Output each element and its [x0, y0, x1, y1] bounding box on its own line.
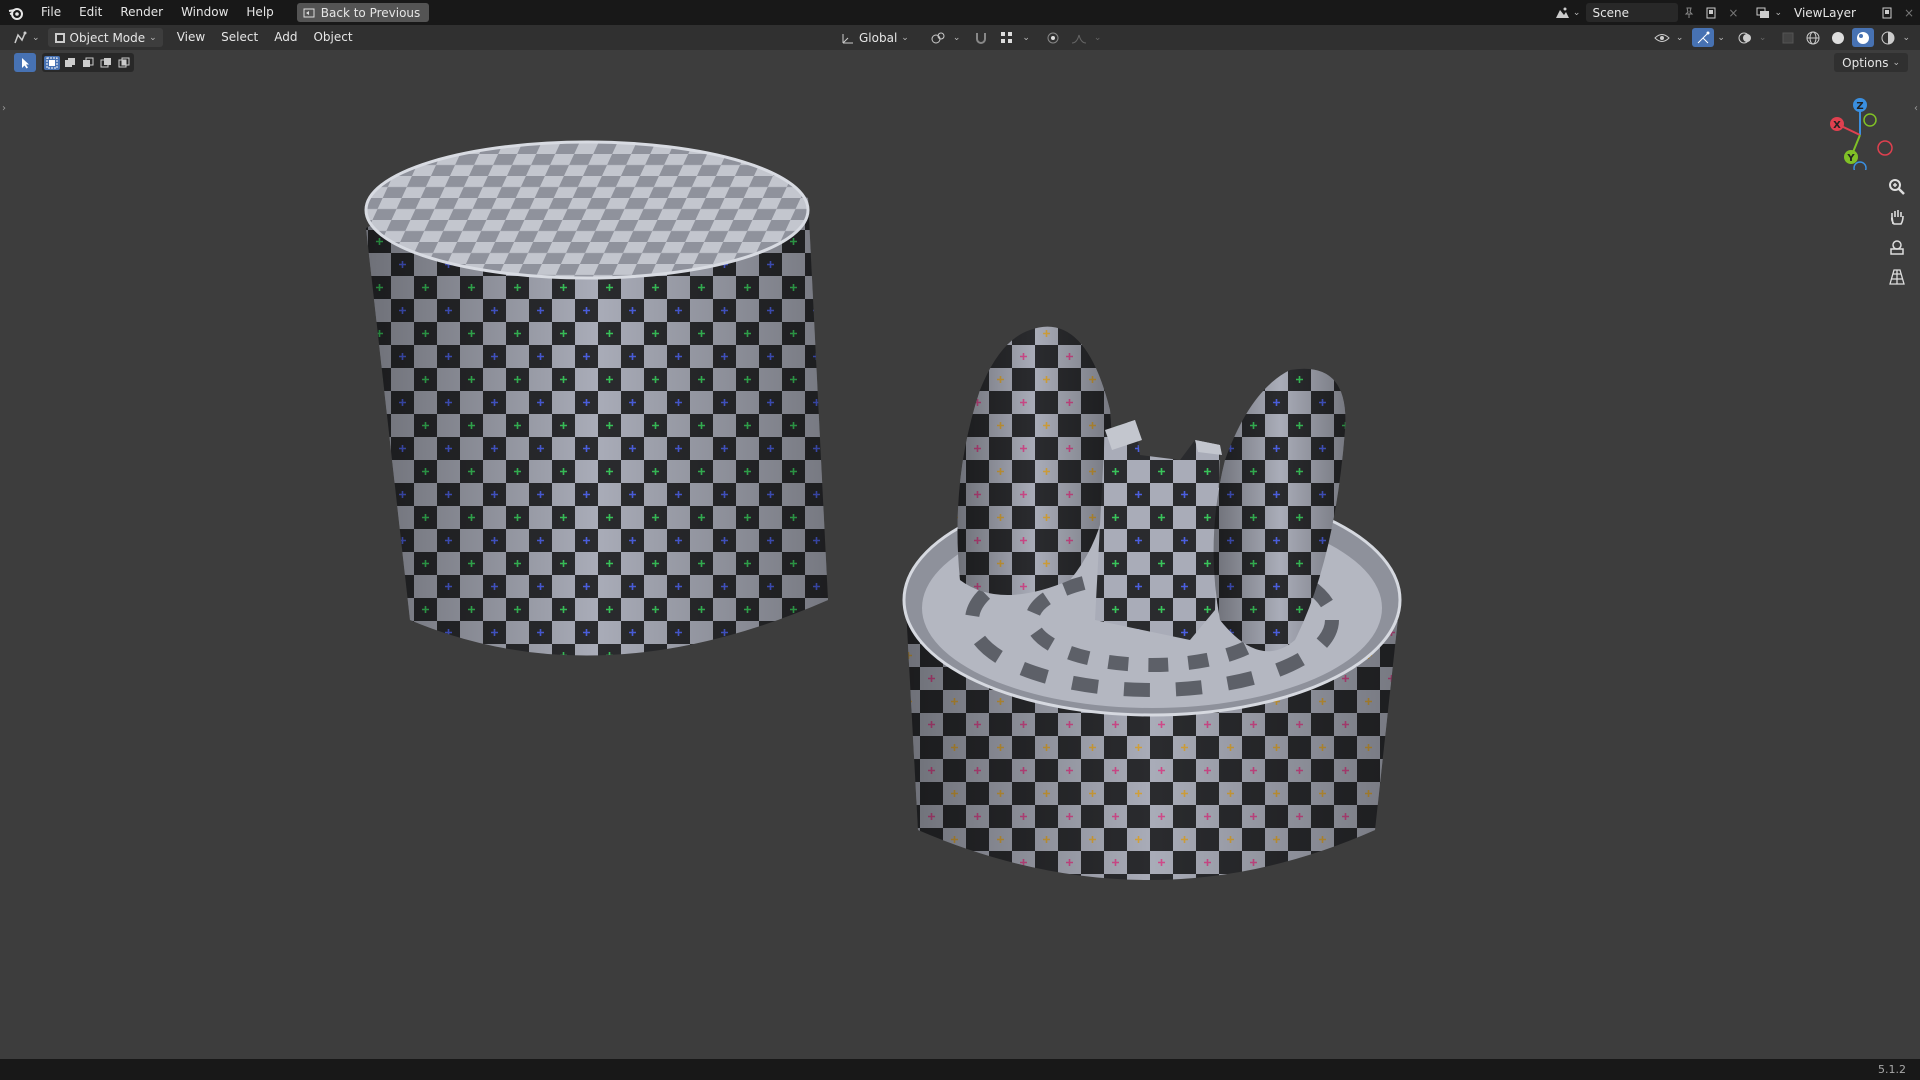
transform-orientation-dropdown[interactable]: Global ⌄ — [835, 28, 915, 47]
chevron-down-icon: ⌄ — [149, 32, 157, 43]
select-tool-icon[interactable] — [14, 53, 36, 72]
selection-intersect-icon[interactable] — [116, 56, 132, 70]
editor-type-icon[interactable] — [10, 28, 32, 47]
status-bar: 5.1.2 — [0, 1059, 1920, 1080]
xray-toggle-icon[interactable] — [1777, 28, 1799, 47]
delete-scene-icon[interactable]: × — [1722, 3, 1744, 22]
back-icon — [303, 8, 315, 17]
menu-view[interactable]: View — [169, 25, 213, 50]
orientation-axes-icon — [842, 33, 853, 43]
visibility-chevron-icon[interactable]: ⌄ — [1676, 33, 1684, 43]
rendered-shading-icon[interactable] — [1877, 28, 1899, 47]
top-right-controls: ⌄ Scene × ⌄ ViewLayer × — [1551, 0, 1920, 25]
options-dropdown[interactable]: Options ⌄ — [1834, 53, 1908, 72]
scene-selector-icon[interactable] — [1551, 3, 1573, 22]
menu-file[interactable]: File — [32, 0, 70, 25]
version-label: 5.1.2 — [1878, 1063, 1906, 1076]
view-layer-dropdown-chevron-icon[interactable]: ⌄ — [1774, 8, 1782, 18]
material-preview-shading-icon[interactable] — [1852, 28, 1875, 47]
scene-name-field[interactable]: Scene — [1586, 3, 1679, 22]
new-view-layer-icon[interactable] — [1876, 3, 1898, 22]
top-menu-bar: File Edit Render Window Help Back to Pre… — [0, 0, 1920, 25]
menu-window[interactable]: Window — [172, 0, 237, 25]
transform-controls: Global ⌄ ⌄ ⌄ ⌄ — [835, 28, 1101, 47]
object-mode-icon — [54, 32, 65, 43]
selection-mode-group — [42, 53, 134, 72]
chevron-down-icon: ⌄ — [1892, 57, 1900, 68]
pan-hand-icon[interactable] — [1884, 204, 1910, 230]
back-to-previous-button[interactable]: Back to Previous — [296, 3, 430, 22]
viewport-header: ⌄ Object Mode ⌄ View Select Add Object G… — [0, 25, 1920, 50]
perspective-grid-icon[interactable] — [1884, 264, 1910, 290]
viewport-scene[interactable] — [0, 50, 1920, 1059]
zoom-icon[interactable] — [1884, 174, 1910, 200]
pivot-chevron-icon[interactable]: ⌄ — [953, 33, 961, 43]
scene-name: Scene — [1592, 5, 1630, 20]
tool-settings-row — [14, 53, 134, 72]
show-gizmo-icon[interactable] — [1692, 28, 1715, 47]
wireframe-shading-icon[interactable] — [1802, 28, 1824, 47]
menu-object[interactable]: Object — [305, 25, 360, 50]
selection-invert-icon[interactable] — [98, 56, 114, 70]
gizmo-chevron-icon[interactable]: ⌄ — [1717, 33, 1725, 43]
new-scene-icon[interactable] — [1700, 3, 1722, 22]
pivot-point-icon[interactable] — [927, 28, 949, 47]
scene-dropdown-chevron-icon[interactable]: ⌄ — [1573, 8, 1581, 18]
options-label: Options — [1842, 55, 1889, 70]
snap-chevron-icon[interactable]: ⌄ — [1022, 33, 1030, 43]
view-layer-icon[interactable] — [1752, 3, 1774, 22]
back-to-previous-label: Back to Previous — [320, 5, 421, 20]
falloff-chevron-icon[interactable]: ⌄ — [1094, 33, 1102, 43]
toolbar-expand-arrow-icon[interactable]: › — [0, 100, 8, 116]
selection-subtract-icon[interactable] — [80, 56, 96, 70]
pin-icon[interactable] — [1678, 3, 1700, 22]
navigation-gizmo[interactable]: Z X Y — [1820, 90, 1900, 175]
overlays-chevron-icon[interactable]: ⌄ — [1759, 33, 1767, 43]
transform-orientation-label: Global — [859, 30, 898, 45]
menu-render[interactable]: Render — [111, 0, 172, 25]
3d-viewport[interactable]: Z X Y › ‹ — [0, 50, 1920, 1059]
object-mode-dropdown[interactable]: Object Mode ⌄ — [47, 28, 163, 47]
gizmo-z-label: Z — [1856, 101, 1863, 112]
blender-logo-icon[interactable] — [6, 3, 26, 23]
menu-select[interactable]: Select — [213, 25, 266, 50]
falloff-icon[interactable] — [1068, 28, 1090, 47]
gizmo-y-label: Y — [1846, 153, 1855, 164]
solid-shading-icon[interactable] — [1827, 28, 1849, 47]
viewport-display-controls: ⌄ ⌄ ⌄ ⌄ — [1651, 28, 1910, 47]
camera-view-icon[interactable] — [1884, 234, 1910, 260]
visibility-selectability-icon[interactable] — [1651, 28, 1673, 47]
chevron-down-icon: ⌄ — [901, 32, 909, 43]
sidebar-expand-arrow-icon[interactable]: ‹ — [1912, 100, 1920, 116]
gizmo-x-label: X — [1833, 120, 1841, 131]
editor-type-chevron-icon[interactable]: ⌄ — [32, 33, 40, 43]
shading-chevron-icon[interactable]: ⌄ — [1902, 33, 1910, 43]
object-mode-label: Object Mode — [69, 30, 146, 45]
show-overlays-icon[interactable] — [1734, 28, 1756, 47]
selection-set-icon[interactable] — [44, 55, 60, 70]
block-object[interactable] — [1095, 420, 1222, 640]
delete-view-layer-icon[interactable]: × — [1898, 3, 1920, 22]
snap-toggle-icon[interactable] — [970, 28, 992, 47]
cylinder-object[interactable] — [364, 140, 828, 656]
selection-extend-icon[interactable] — [62, 56, 78, 70]
menu-edit[interactable]: Edit — [70, 0, 111, 25]
snap-target-icon[interactable] — [996, 28, 1018, 47]
axes-gizmo-icon[interactable]: Z X Y — [1820, 90, 1900, 175]
menu-add[interactable]: Add — [266, 25, 305, 50]
proportional-editing-icon[interactable] — [1042, 28, 1064, 47]
view-layer-name-field[interactable]: ViewLayer — [1788, 3, 1876, 22]
view-layer-name: ViewLayer — [1794, 5, 1856, 20]
menu-help[interactable]: Help — [237, 0, 282, 25]
